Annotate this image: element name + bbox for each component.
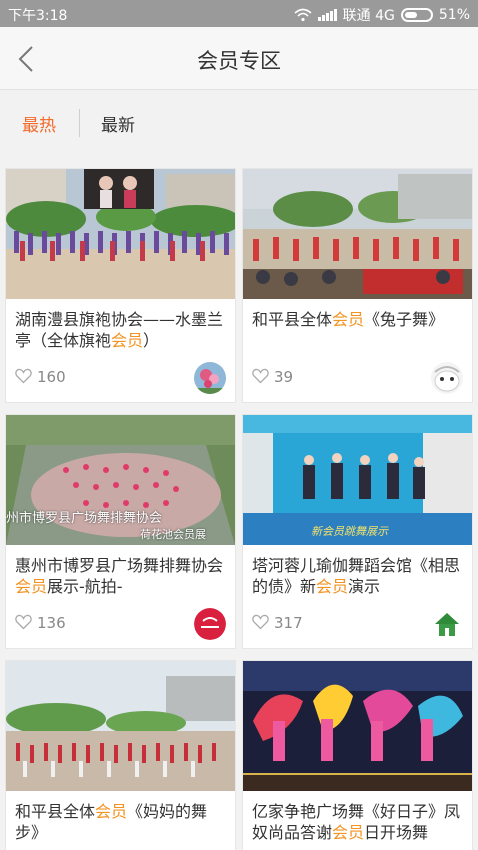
video-thumbnail[interactable] [243, 169, 472, 299]
video-card[interactable]: 新会员跳舞展示 塔河蓉儿瑜伽舞蹈会馆《相思的债》新会员演示 317 [242, 414, 473, 649]
video-thumbnail[interactable] [6, 169, 235, 299]
green-house-avatar-icon[interactable] [431, 608, 463, 640]
heart-icon[interactable] [252, 614, 269, 630]
tab-newest[interactable]: 最新 [101, 111, 135, 136]
status-time: 下午3:18 [8, 8, 68, 24]
video-card[interactable]: 湖南澧县旗袍协会——水墨兰亭（全体旗袍会员） 160 [5, 168, 236, 403]
like-count: 160 [37, 368, 66, 386]
tab-divider [79, 109, 80, 137]
battery-label: 51% [438, 7, 470, 23]
video-card[interactable]: 州市博罗县广场舞排舞协会 荷花池会员展 惠州市博罗县广场舞排舞协会会员展示-航拍… [5, 414, 236, 649]
page-title: 会员专区 [197, 49, 281, 73]
video-title[interactable]: 和平县全体会员《兔子舞》 [243, 299, 472, 361]
thumbnail-overlay-text: 州市博罗县广场舞排舞协会 [6, 511, 163, 526]
card-footer: 160 [6, 354, 235, 402]
wifi-icon [294, 8, 312, 22]
tab-hottest[interactable]: 最热 [22, 111, 56, 136]
app-header: 会员专区 [0, 27, 478, 90]
video-thumbnail[interactable]: 州市博罗县广场舞排舞协会 荷花池会员展 [6, 415, 235, 545]
card-footer: 136 [6, 600, 235, 648]
video-thumbnail[interactable] [243, 661, 472, 791]
heart-icon[interactable] [252, 368, 269, 384]
like-count: 39 [274, 368, 294, 386]
thumbnail-overlay-text: 新会员跳舞展示 [311, 525, 388, 538]
status-bar: 下午3:18 联通 4G 51% [0, 0, 478, 27]
battery-icon [400, 8, 433, 22]
thumbnail-overlay-text-2: 荷花池会员展 [140, 528, 206, 541]
card-footer: 39 [243, 354, 472, 402]
red-logo-avatar-icon[interactable] [194, 608, 226, 640]
status-indicators: 联通 4G 51% [294, 5, 470, 25]
like-count: 136 [37, 614, 66, 632]
heart-icon[interactable] [15, 614, 32, 630]
video-title[interactable]: 湖南澧县旗袍协会——水墨兰亭（全体旗袍会员） [6, 299, 235, 361]
signal-icon [317, 9, 337, 21]
video-card[interactable]: 和平县全体会员《兔子舞》 39 [242, 168, 473, 403]
video-thumbnail[interactable] [6, 661, 235, 791]
video-card[interactable]: 和平县全体会员《妈妈的舞步》 [5, 660, 236, 850]
video-title[interactable]: 惠州市博罗县广场舞排舞协会会员展示-航拍- [6, 545, 235, 607]
card-footer: 317 [243, 600, 472, 648]
video-title[interactable]: 和平县全体会员《妈妈的舞步》 [6, 791, 235, 850]
carrier-label: 联通 4G [342, 8, 395, 24]
heart-icon[interactable] [15, 368, 32, 384]
video-title[interactable]: 亿家争艳广场舞《好日子》凤奴尚品答谢会员日开场舞 [243, 791, 472, 850]
video-card[interactable]: 亿家争艳广场舞《好日子》凤奴尚品答谢会员日开场舞 [242, 660, 473, 850]
cartoon-face-avatar-icon[interactable] [431, 362, 463, 394]
video-thumbnail[interactable]: 新会员跳舞展示 [243, 415, 472, 545]
video-title[interactable]: 塔河蓉儿瑜伽舞蹈会馆《相思的债》新会员演示 [243, 545, 472, 607]
tab-bar: 最热 最新 [0, 91, 478, 154]
like-count: 317 [274, 614, 303, 632]
flowers-avatar-icon[interactable] [194, 362, 226, 394]
